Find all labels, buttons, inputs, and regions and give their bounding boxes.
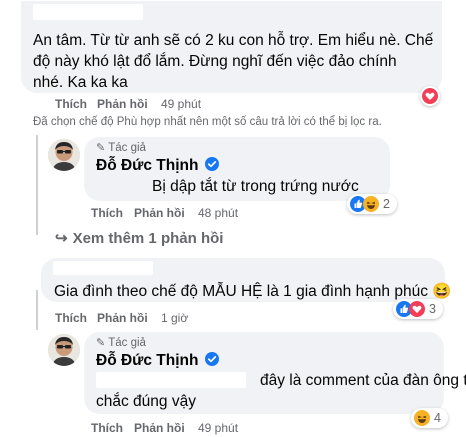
timestamp[interactable]: 1 giờ [161, 311, 188, 325]
heart-icon [409, 301, 425, 317]
see-more-replies[interactable]: ↪ Xem thêm 1 phản hồi [55, 229, 223, 247]
reaction-badge[interactable] [420, 86, 440, 106]
comment-text: An tâm. Từ từ anh sẽ có 2 ku con hỗ trợ.… [33, 30, 438, 93]
pencil-icon: ✎ [96, 142, 106, 154]
reply-text-line: đây là comment của đàn ông thì [260, 372, 466, 389]
comment-text-line: An tâm. Từ từ anh sẽ có 2 ku con hỗ trợ.… [33, 32, 434, 49]
author-avatar-image [48, 139, 80, 171]
timestamp[interactable]: 49 phút [198, 421, 238, 435]
avatar[interactable] [48, 334, 80, 366]
filter-notice: Đã chọn chế độ Phù hợp nhất nên một số c… [33, 116, 382, 128]
timestamp[interactable]: 48 phút [198, 206, 238, 220]
like-button[interactable]: Thích [91, 206, 123, 220]
reaction-count: 2 [383, 197, 390, 211]
reply-text-line: chắc đúng vậy [96, 393, 196, 410]
reply-button[interactable]: Phản hồi [97, 97, 148, 111]
comment-text: Gia đình theo chế độ MẪU HỆ là 1 gia đìn… [54, 283, 452, 300]
reply-text: Bị dập tắt từ trong trứng nước [152, 178, 359, 195]
author-badge: ✎ Tác giả [96, 336, 146, 349]
author-name-text[interactable]: Đỗ Đức Thịnh [96, 157, 199, 174]
haha-icon [414, 410, 430, 426]
verified-badge-icon [204, 157, 219, 171]
author-badge-label: Tác giả [108, 337, 146, 349]
heart-icon [422, 88, 438, 104]
reply-button[interactable]: Phản hồi [97, 311, 148, 325]
thread-line [36, 135, 38, 235]
verified-badge-icon [204, 352, 219, 366]
author-name-text[interactable]: Đỗ Đức Thịnh [96, 352, 199, 369]
comment-text-line: nhé. Ka ka ka [33, 74, 128, 91]
reaction-summary[interactable]: 4 [411, 408, 448, 428]
redacted-commenter-name [33, 4, 143, 20]
thread-line [36, 290, 38, 330]
reaction-count: 4 [434, 411, 441, 425]
reaction-summary[interactable]: 2 [347, 194, 397, 214]
redacted-mention [96, 372, 246, 388]
like-button[interactable]: Thích [91, 421, 123, 435]
redacted-commenter-name [53, 261, 153, 275]
author-badge-label: Tác giả [108, 142, 146, 154]
author-name[interactable]: Đỗ Đức Thịnh [96, 352, 219, 370]
comment-text-line: độ này khó lật đổ lắm. Đừng nghĩ đến việ… [33, 53, 397, 70]
reply-button[interactable]: Phản hồi [134, 206, 185, 220]
timestamp[interactable]: 49 phút [161, 97, 201, 111]
author-avatar-image [48, 334, 80, 366]
reply-arrow-icon: ↪ [55, 230, 68, 247]
reaction-summary[interactable]: 3 [393, 299, 443, 319]
author-badge: ✎ Tác giả [96, 141, 146, 154]
pencil-icon: ✎ [96, 337, 106, 349]
author-name[interactable]: Đỗ Đức Thịnh [96, 157, 219, 175]
like-button[interactable]: Thích [55, 311, 87, 325]
like-button[interactable]: Thích [55, 97, 87, 111]
haha-icon [363, 196, 379, 212]
reply-button[interactable]: Phản hồi [134, 421, 185, 435]
avatar[interactable] [48, 139, 80, 171]
reaction-count: 3 [429, 302, 436, 316]
see-more-label[interactable]: Xem thêm 1 phản hồi [73, 230, 224, 247]
